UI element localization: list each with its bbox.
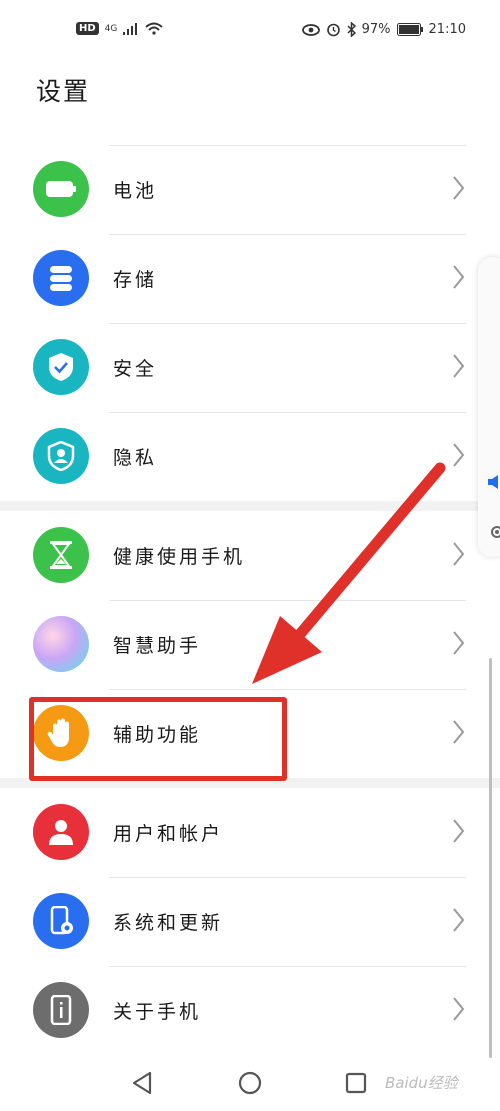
storage-icon (33, 250, 89, 306)
divider (109, 234, 466, 235)
battery-icon (33, 161, 89, 217)
bluetooth-icon (347, 22, 356, 37)
volume-icon (488, 475, 498, 489)
scrollbar[interactable] (489, 658, 492, 1058)
settings-item-label: 辅助功能 (113, 724, 202, 746)
divider (109, 600, 466, 601)
divider (109, 966, 466, 967)
navigation-bar: Baidu经验 (0, 1052, 500, 1111)
clock: 21:10 (428, 22, 466, 37)
chevron-right-icon (453, 176, 465, 200)
floating-side-panel[interactable] (478, 257, 500, 557)
chevron-right-icon (453, 908, 465, 932)
battery-icon (396, 23, 423, 36)
chevron-right-icon (453, 997, 465, 1021)
system-update-icon (33, 893, 89, 949)
settings-item-label: 隐私 (113, 447, 158, 469)
section-gap (0, 501, 500, 511)
chevron-right-icon (453, 720, 465, 744)
chevron-right-icon (453, 265, 465, 289)
hourglass-icon (33, 527, 89, 583)
settings-item-label: 系统和更新 (113, 912, 224, 934)
settings-item-smart-assistant[interactable]: 智慧助手 (0, 600, 500, 689)
back-icon[interactable] (128, 1068, 158, 1098)
divider (109, 412, 466, 413)
home-icon[interactable] (235, 1068, 265, 1098)
divider (109, 877, 466, 878)
network-type: 4G (104, 23, 118, 34)
settings-item-label: 用户和帐户 (113, 823, 224, 845)
alarm-icon (326, 23, 340, 37)
settings-item-label: 健康使用手机 (113, 546, 246, 568)
shield-check-icon (33, 339, 89, 395)
settings-item-users-accounts[interactable]: 用户和帐户 (0, 788, 500, 877)
settings-item-system-update[interactable]: 系统和更新 (0, 877, 500, 966)
settings-item-digital-balance[interactable]: 健康使用手机 (0, 511, 500, 600)
recents-icon[interactable] (341, 1068, 371, 1098)
chevron-right-icon (453, 354, 465, 378)
settings-item-label: 关于手机 (113, 1001, 202, 1023)
hd-indicator: HD (76, 22, 99, 35)
watermark: Baidu经验 (385, 1074, 458, 1092)
chevron-right-icon (453, 631, 465, 655)
eye-icon (301, 23, 320, 36)
signal-icon (123, 22, 138, 35)
phone-info-icon (33, 982, 89, 1038)
privacy-icon (33, 428, 89, 484)
gear-icon (491, 526, 500, 538)
wifi-icon (145, 22, 164, 35)
status-bar: HD 4G 97% 21:10 (0, 0, 500, 62)
chevron-right-icon (453, 542, 465, 566)
chevron-right-icon (453, 819, 465, 843)
hand-icon (33, 705, 89, 761)
settings-item-label: 安全 (113, 358, 158, 380)
settings-item-accessibility[interactable]: 辅助功能 (0, 689, 500, 778)
settings-item-label: 存储 (113, 269, 158, 291)
settings-item-about-phone[interactable]: 关于手机 (0, 966, 500, 1055)
user-icon (33, 804, 89, 860)
settings-item-label: 电池 (113, 180, 158, 202)
page-title: 设置 (36, 77, 91, 106)
section-gap (0, 778, 500, 788)
settings-item-storage[interactable]: 存储 (0, 234, 500, 323)
assistant-icon (33, 616, 89, 672)
divider (109, 689, 466, 690)
settings-item-security[interactable]: 安全 (0, 323, 500, 412)
settings-item-label: 智慧助手 (113, 635, 202, 657)
battery-percent: 97% (361, 22, 391, 37)
settings-item-privacy[interactable]: 隐私 (0, 412, 500, 501)
settings-item-battery[interactable]: 电池 (0, 145, 500, 234)
chevron-right-icon (453, 443, 465, 467)
divider (109, 145, 466, 146)
divider (109, 323, 466, 324)
